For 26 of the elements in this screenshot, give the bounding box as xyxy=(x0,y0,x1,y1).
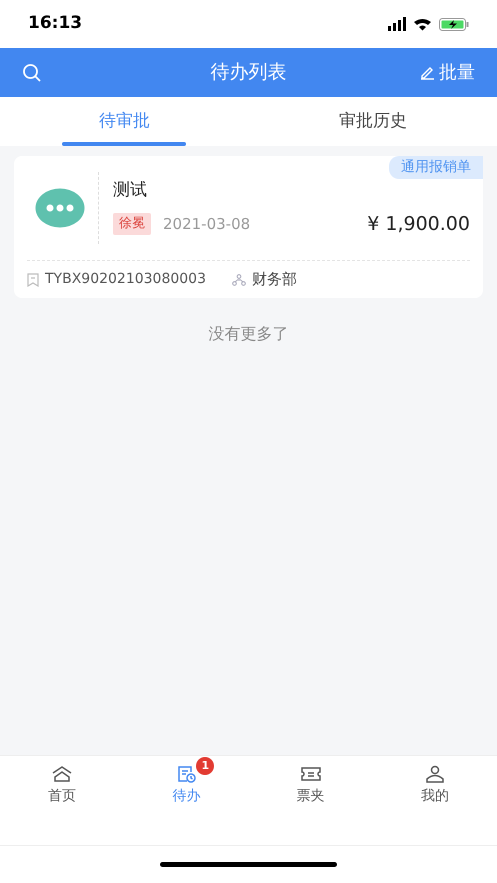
more-icon xyxy=(35,188,85,228)
pencil-icon xyxy=(420,65,435,80)
status-time: 16:13 xyxy=(28,12,82,36)
item-amount: ¥ 1,900.00 xyxy=(367,212,470,236)
form-type-tag: 通用报销单 xyxy=(389,156,483,179)
item-date: 2021-03-08 xyxy=(163,214,250,234)
end-of-list-text: 没有更多了 xyxy=(208,323,288,345)
wifi-icon xyxy=(414,18,431,30)
search-icon[interactable] xyxy=(22,62,42,82)
applicant-tag: 徐冕 xyxy=(113,213,151,234)
page-title: 待办列表 xyxy=(210,60,286,86)
nav-tab[interactable]: 票夹 xyxy=(248,756,373,807)
item-title: 测试 xyxy=(113,179,148,202)
nav-tab[interactable]: 首页 xyxy=(0,756,124,807)
tab[interactable]: 待审批 xyxy=(0,97,248,146)
item-number: TYBX90202103080003 xyxy=(45,270,206,289)
nav-tab[interactable]: 我的 xyxy=(372,756,497,807)
item-department: 财务部 xyxy=(252,269,297,290)
signal-icon xyxy=(388,17,406,31)
org-chart-icon xyxy=(232,274,246,286)
batch-button[interactable]: 批量 xyxy=(420,59,475,86)
nav-tab[interactable]: 待办 1 xyxy=(124,756,248,807)
approval-card[interactable]: 通用报销单 测试 徐冕 2021-03-08 ¥ 1,900.00 TYBX90202103080003 财务部 xyxy=(14,156,483,298)
tab[interactable]: 审批历史 xyxy=(248,97,497,146)
notification-badge: 1 xyxy=(196,757,214,775)
battery-charging-icon xyxy=(439,18,469,30)
